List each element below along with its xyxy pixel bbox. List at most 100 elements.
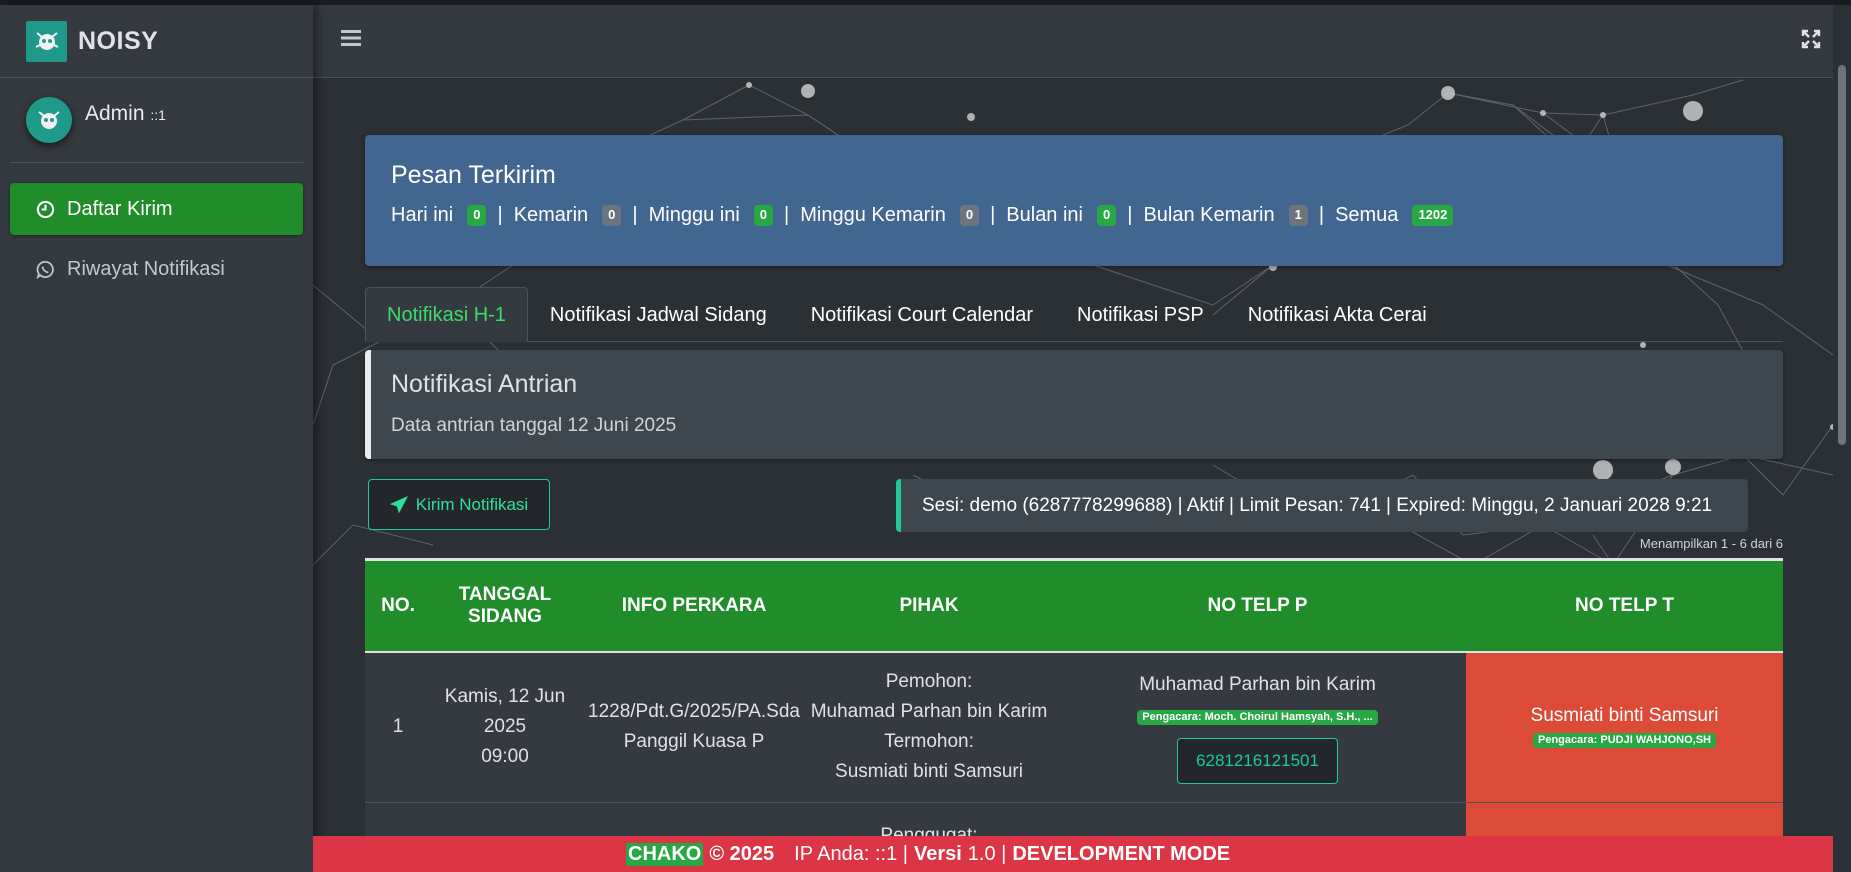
- footer-mode: DEVELOPMENT MODE: [1012, 842, 1231, 865]
- paper-plane-icon: [389, 495, 408, 513]
- pagination-summary: Menampilkan 1 - 6 dari 6: [1639, 536, 1783, 551]
- cell-telp-p-name: Muhamad Parhan bin Karim: [1139, 674, 1376, 696]
- stat-separator: |: [497, 204, 503, 226]
- cell-name-t: Susmiati binti Samsuri: [835, 761, 1023, 783]
- stat-bulan-kemarin: Bulan Kemarin 1: [1143, 204, 1308, 227]
- scrollbar-thumb[interactable]: [1838, 65, 1846, 445]
- user-panel[interactable]: Admin ::1: [10, 78, 303, 163]
- stat-label: Minggu ini: [648, 204, 740, 226]
- notification-tabs: Notifikasi H-1 Notifikasi Jadwal Sidang …: [365, 287, 1783, 342]
- stat-minggu-kemarin: Minggu Kemarin 0: [800, 204, 980, 227]
- header-info-perkara: INFO PERKARA: [579, 558, 809, 653]
- header-no: NO.: [365, 558, 431, 653]
- hamburger-menu-icon[interactable]: [341, 29, 361, 52]
- stat-kemarin: Kemarin 0: [514, 204, 622, 227]
- callout-text: Data antrian tanggal 12 Juni 2025: [391, 415, 677, 436]
- top-navbar: [313, 5, 1833, 78]
- footer: CHAKO © 2025 IP Anda: ::1 | Versi 1.0 | …: [313, 836, 1833, 872]
- stat-badge: 0: [1097, 205, 1117, 226]
- header-no-telp-t: NO TELP T: [1466, 558, 1783, 653]
- header-tanggal-line2: SIDANG: [468, 605, 542, 627]
- stat-label: Bulan ini: [1006, 204, 1083, 226]
- sidebar: NOISY Admin ::1 Daftar Kirim Riwayat Not…: [0, 5, 313, 872]
- cell-info-perkara: 1228/Pdt.G/2025/PA.Sda Panggil Kuasa P: [579, 651, 809, 803]
- stat-separator: |: [1318, 204, 1325, 226]
- summary-stats: Hari ini 0 | Kemarin 0 | Minggu ini 0 | …: [391, 204, 1757, 227]
- cell-name-p: Muhamad Parhan bin Karim: [810, 701, 1048, 723]
- send-notification-label: Kirim Notifikasi: [415, 494, 529, 514]
- footer-brand: CHAKO: [626, 842, 704, 866]
- clock-icon: [36, 200, 55, 218]
- stat-hari-ini: Hari ini 0: [391, 204, 487, 227]
- summary-title: Pesan Terkirim: [391, 161, 556, 189]
- stat-bulan-ini: Bulan ini 0: [1006, 204, 1117, 227]
- stat-label: Semua: [1335, 204, 1399, 226]
- cell-role-t: Termohon:: [884, 731, 974, 753]
- avatar: [26, 97, 72, 143]
- tab-notifikasi-court-calendar[interactable]: Notifikasi Court Calendar: [789, 287, 1055, 342]
- cell-telp-p: Muhamad Parhan bin Karim Pengacara: Moch…: [1049, 651, 1466, 803]
- summary-card: Pesan Terkirim Hari ini 0 | Kemarin 0 | …: [365, 135, 1783, 266]
- stat-badge: 0: [753, 205, 774, 226]
- content-area: Pesan Terkirim Hari ini 0 | Kemarin 0 | …: [313, 5, 1833, 872]
- footer-version-label: Versi: [913, 842, 962, 865]
- phone-number-button[interactable]: 6281216121501: [1177, 738, 1338, 785]
- sidebar-item-daftar-kirim[interactable]: Daftar Kirim: [10, 183, 303, 235]
- brand[interactable]: NOISY: [0, 5, 313, 78]
- cell-date: Kamis, 12 Jun 2025: [444, 686, 566, 738]
- notification-table: NO. TANGGAL SIDANG INFO PERKARA PIHAK NO…: [365, 558, 1783, 872]
- user-name: Admin ::1: [85, 102, 166, 126]
- stat-separator: |: [990, 204, 996, 226]
- send-notification-button[interactable]: Kirim Notifikasi: [368, 479, 550, 530]
- stat-label: Hari ini: [391, 204, 454, 226]
- sidebar-nav: Daftar Kirim Riwayat Notifikasi: [0, 183, 313, 295]
- cell-pihak: Pemohon: Muhamad Parhan bin Karim Termoh…: [809, 651, 1049, 803]
- brand-logo-icon: [26, 20, 67, 62]
- stat-badge: 0: [959, 205, 980, 226]
- footer-version-value: 1.0 |: [967, 842, 1007, 865]
- stat-badge: 1202: [1412, 205, 1454, 226]
- stat-badge: 0: [602, 205, 622, 226]
- cell-case-no: 1228/Pdt.G/2025/PA.Sda: [588, 701, 800, 723]
- page-scrollbar[interactable]: [1833, 5, 1851, 872]
- tab-notifikasi-psp[interactable]: Notifikasi PSP: [1055, 287, 1226, 342]
- header-no-telp-p: NO TELP P: [1049, 558, 1466, 653]
- tab-notifikasi-akta-cerai[interactable]: Notifikasi Akta Cerai: [1226, 287, 1449, 342]
- lawyer-badge: Pengacara: PUDJI WAHJONO,SH: [1533, 733, 1716, 749]
- stat-separator: |: [784, 204, 790, 226]
- cell-role-p: Pemohon:: [885, 671, 973, 693]
- footer-copyright: © 2025: [709, 842, 775, 865]
- lawyer-badge: Pengacara: Moch. Choirul Hamsyah, S.H., …: [1137, 710, 1378, 726]
- tab-notifikasi-jadwal-sidang[interactable]: Notifikasi Jadwal Sidang: [528, 287, 789, 342]
- cell-no: 1: [365, 651, 431, 803]
- stat-label: Minggu Kemarin: [800, 204, 946, 226]
- callout-title: Notifikasi Antrian: [391, 370, 578, 398]
- sidebar-item-label: Riwayat Notifikasi: [67, 257, 225, 280]
- footer-ip: IP Anda: ::1 |: [794, 842, 908, 865]
- sidebar-item-riwayat-notifikasi[interactable]: Riwayat Notifikasi: [10, 243, 303, 295]
- stat-semua: Semua 1202: [1335, 204, 1454, 227]
- brand-name: NOISY: [78, 26, 159, 55]
- cell-telp-t: Susmiati binti Samsuri Pengacara: PUDJI …: [1466, 651, 1783, 803]
- table-header-row: NO. TANGGAL SIDANG INFO PERKARA PIHAK NO…: [365, 558, 1783, 653]
- stat-separator: |: [632, 204, 638, 226]
- header-tanggal-line1: TANGGAL: [458, 583, 552, 605]
- cell-case-note: Panggil Kuasa P: [623, 731, 765, 753]
- cell-telp-t-name: Susmiati binti Samsuri: [1530, 705, 1719, 727]
- queue-callout: Notifikasi Antrian Data antrian tanggal …: [365, 350, 1783, 459]
- cell-tanggal: Kamis, 12 Jun 2025 09:00: [431, 651, 579, 803]
- stat-badge: 0: [467, 205, 487, 226]
- cell-time: 09:00: [481, 746, 529, 768]
- stat-separator: |: [1127, 204, 1133, 226]
- main-area: Pesan Terkirim Hari ini 0 | Kemarin 0 | …: [313, 5, 1833, 872]
- stat-badge: 1: [1288, 205, 1308, 226]
- tab-notifikasi-h-1[interactable]: Notifikasi H-1: [365, 287, 528, 342]
- stat-minggu-ini: Minggu ini 0: [648, 204, 774, 227]
- sidebar-item-label: Daftar Kirim: [67, 197, 173, 220]
- header-pihak: PIHAK: [809, 558, 1049, 653]
- user-ip-suffix: ::1: [150, 107, 166, 123]
- session-info: Sesi: demo (6287778299688) | Aktif | Lim…: [896, 479, 1748, 532]
- fullscreen-icon[interactable]: [1801, 29, 1821, 54]
- user-name-text: Admin: [85, 102, 145, 125]
- stat-label: Kemarin: [513, 204, 589, 226]
